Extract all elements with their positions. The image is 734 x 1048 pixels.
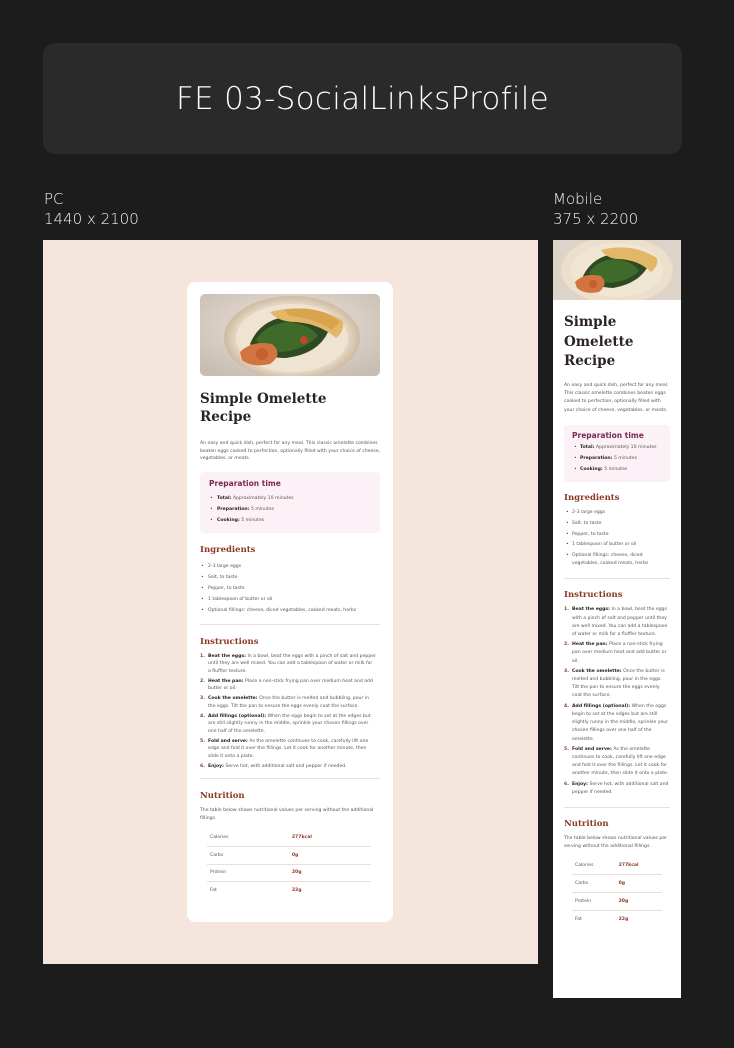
prep-time-box: Preparation time Total: Approximately 10…: [564, 425, 670, 483]
divider: [564, 578, 670, 580]
list-item: 2-3 large eggs: [564, 509, 670, 517]
table-row: Fat 22g: [210, 888, 302, 893]
instructions-list: 1. Beat the eggs: In a bowl, beat the egg…: [200, 653, 380, 771]
list-item: Salt, to taste: [200, 572, 380, 583]
pc-preview-frame: Simple Omelette Recipe An easy and quick…: [43, 240, 538, 964]
page-title: FE 03-SocialLinksProfile: [175, 80, 550, 117]
mobile-frame-label: Mobile 375 x 2200: [553, 189, 638, 229]
list-item: Total: Approximately 10 minutes: [209, 493, 371, 504]
mobile-preview-frame: Simple Omelette Recipe An easy and quick…: [553, 240, 681, 998]
mobile-frame-name: Mobile: [553, 190, 603, 208]
table-row: Protein 20g: [207, 864, 371, 882]
list-item: Pepper, to taste: [200, 583, 380, 594]
list-item: Cooking: 5 minutes: [572, 466, 662, 474]
list-item: 3. Cook the omelette: Once the butter is …: [564, 668, 665, 699]
divider: [564, 806, 670, 808]
list-item: 4. Add fillings (optional): When the eggs…: [200, 713, 371, 734]
divider: [200, 778, 380, 779]
list-item: 2. Heat the pan: Place a non-stick frying…: [200, 678, 373, 692]
table-row: Protein 20g: [572, 892, 662, 911]
ingredients-title: Ingredients: [200, 544, 256, 555]
list-item: 4. Add fillings (optional): When the eggs…: [564, 703, 669, 742]
prep-time-box: Preparation time Total: Approximately 10…: [200, 471, 380, 533]
table-row: Fat 22g: [575, 916, 629, 922]
prep-time-title: Preparation time: [209, 478, 281, 488]
list-item: 2. Heat the pan: Place a non-stick frying…: [564, 642, 667, 664]
list-item: 6. Enjoy: Serve hot, with additional salt…: [564, 781, 669, 795]
list-item: 6. Enjoy: Serve hot, with additional salt…: [200, 763, 347, 769]
mobile-frame-size: 375 x 2200: [553, 210, 639, 228]
prep-time-list: Total: Approximately 10 minutes Preparat…: [572, 444, 662, 474]
ingredients-title: Ingredients: [564, 493, 620, 504]
nutrition-title: Nutrition: [200, 791, 245, 801]
prep-time-title: Preparation time: [572, 431, 644, 441]
nutrition-table: Calories 277kcal Carbs 0g Protein 20g Fat 22…: [572, 857, 662, 927]
list-item: Salt, to taste: [564, 520, 670, 528]
pc-frame-size: 1440 x 2100: [44, 210, 139, 228]
recipe-intro: An easy and quick dish, perfect for any …: [564, 382, 669, 413]
nutrition-title: Nutrition: [564, 818, 609, 829]
list-item: 5. Fold and serve: As the omelette contin…: [200, 738, 369, 759]
list-item: 1 tablespoon of butter or oil: [564, 541, 670, 549]
list-item: Pepper, to taste: [564, 531, 670, 539]
prep-time-list: Total: Approximately 10 minutes Preparat…: [209, 493, 371, 526]
table-row: Calories 277kcal: [572, 857, 662, 876]
list-item: Optional fillings: cheese, diced vegetab…: [200, 605, 380, 616]
ingredients-list: 2-3 large eggs Salt, to taste Pepper, to…: [200, 561, 380, 616]
nutrition-note: The table below shows nutritional values…: [564, 835, 668, 850]
recipe-card: Simple Omelette Recipe An easy and quick…: [187, 282, 393, 922]
pc-frame-name: PC: [44, 190, 64, 208]
list-item: Total: Approximately 10 minutes: [572, 444, 662, 452]
title-card: FE 03-SocialLinksProfile: [43, 43, 682, 154]
recipe-intro: An easy and quick dish, perfect for any …: [200, 441, 381, 461]
list-item: 5. Fold and serve: As the omelette contin…: [564, 746, 669, 777]
recipe-title: Simple Omelette Recipe: [564, 314, 634, 369]
pc-frame-label: PC 1440 x 2100: [44, 189, 139, 229]
list-item: 1. Beat the eggs: In a bowl, beat the egg…: [564, 607, 668, 638]
list-item: Cooking: 5 minutes: [209, 515, 371, 526]
table-row: Carbs 0g: [207, 846, 371, 865]
instructions-title: Instructions: [564, 590, 623, 601]
list-item: Optional fillings: cheese, diced vegetab…: [564, 552, 670, 568]
divider: [200, 623, 380, 625]
omelette-photo-icon: [200, 294, 380, 376]
omelette-photo-icon: [553, 240, 681, 300]
table-row: Calories 277kcal: [207, 829, 371, 847]
list-item: 2-3 large eggs: [200, 561, 380, 572]
instructions-list: 1. Beat the eggs: In a bowl, beat the egg…: [564, 606, 670, 796]
ingredients-list: 2-3 large eggs Salt, to taste Pepper, to…: [564, 509, 670, 568]
table-row: Carbs 0g: [572, 874, 662, 894]
nutrition-note: The table below shows nutritional values…: [200, 808, 374, 821]
instructions-title: Instructions: [200, 636, 259, 647]
list-item: 1 tablespoon of butter or oil: [200, 594, 380, 605]
recipe-title: Simple Omelette Recipe: [200, 391, 327, 425]
list-item: Preparation: 5 minutes: [209, 504, 371, 515]
list-item: 1. Beat the eggs: In a bowl, beat the egg…: [200, 653, 376, 674]
list-item: Preparation: 5 minutes: [572, 455, 662, 463]
list-item: 3. Cook the omelette: Once the butter is …: [200, 696, 369, 709]
nutrition-table: Calories 277kcal Carbs 0g Protein 20g Fat 22…: [207, 829, 371, 899]
